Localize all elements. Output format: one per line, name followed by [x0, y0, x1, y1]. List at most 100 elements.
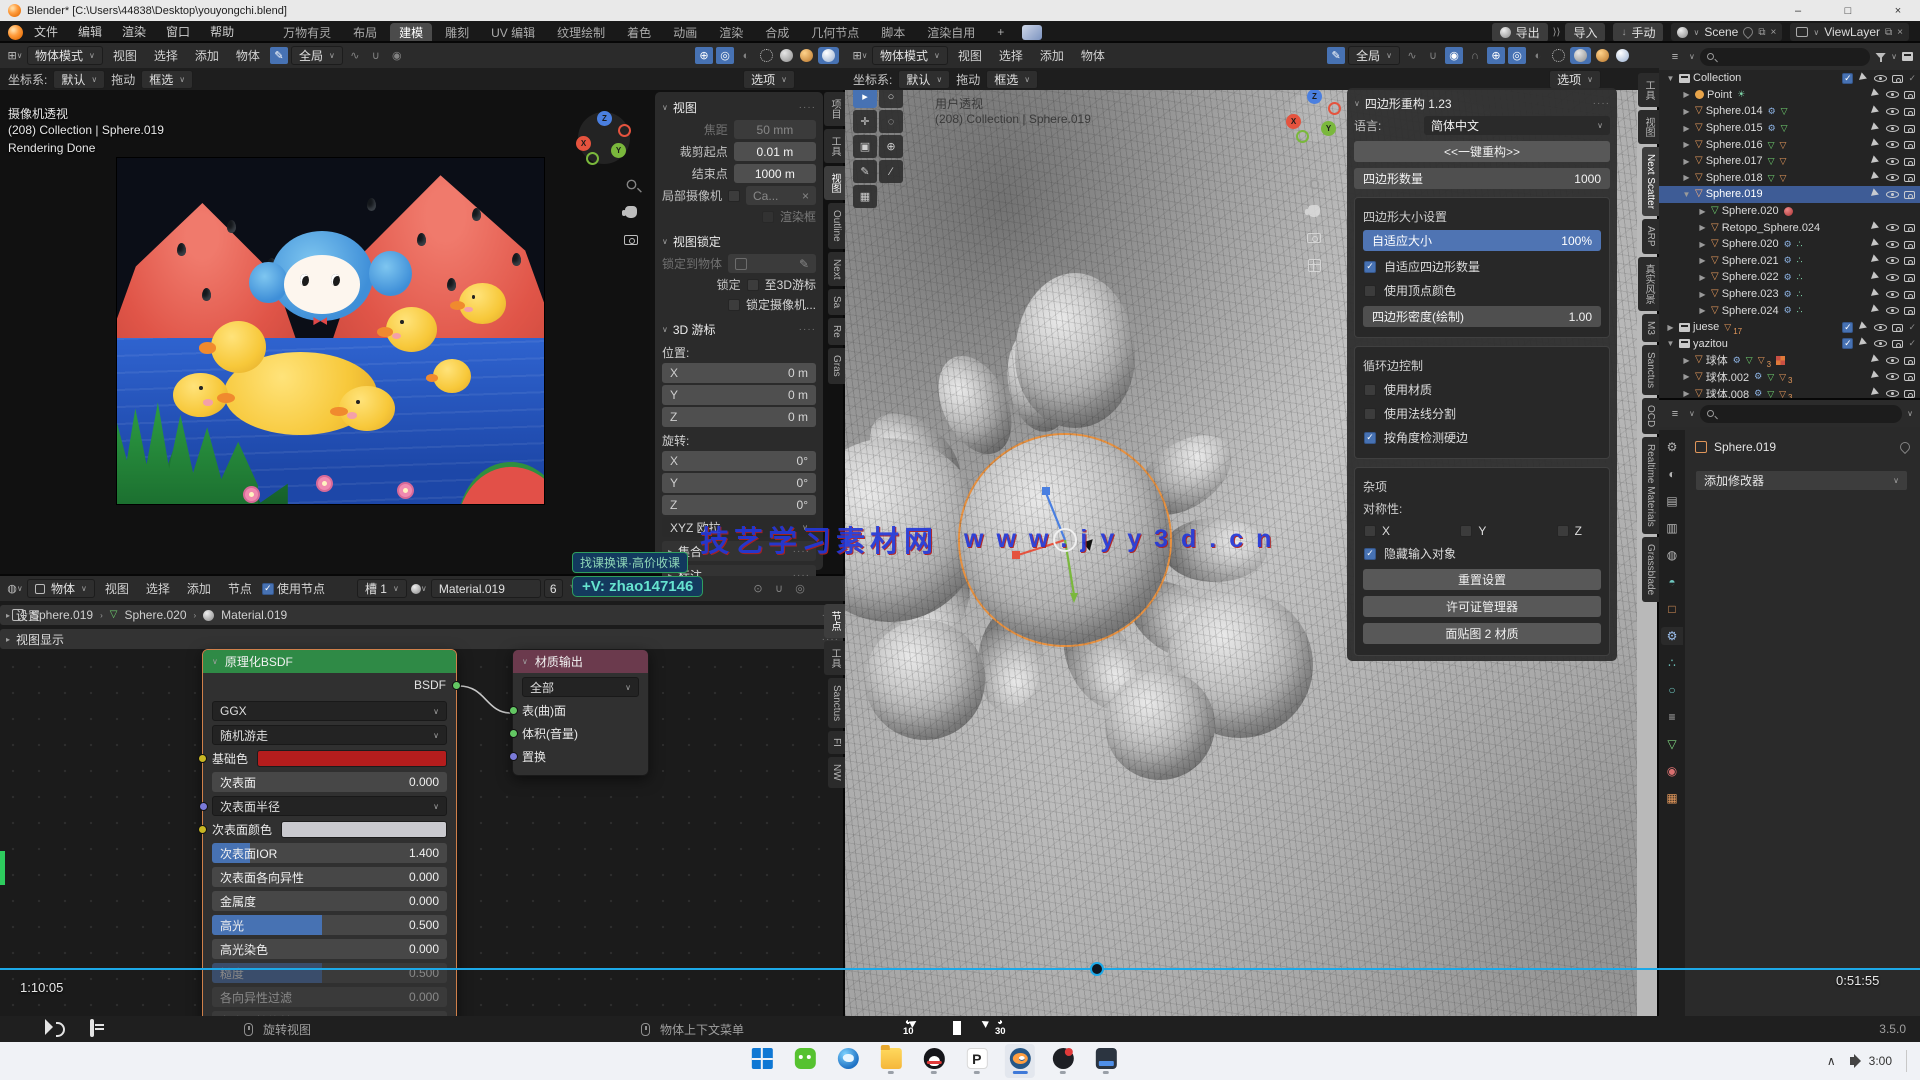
shading-wireframe-icon[interactable]: [760, 49, 773, 62]
render-icon[interactable]: [1903, 288, 1916, 301]
selectable-icon[interactable]: [1869, 188, 1882, 201]
properties-search-input[interactable]: [1700, 405, 1902, 423]
panel-collapse-icon[interactable]: ∨: [1354, 99, 1360, 108]
selectable-icon[interactable]: [1869, 304, 1882, 317]
properties-tab-icon[interactable]: ▥: [1661, 519, 1683, 537]
show-desktop-button[interactable]: [1906, 1050, 1910, 1072]
editor-type-icon[interactable]: ◍∨: [6, 580, 24, 597]
outliner-row[interactable]: ▶▽Sphere.014⚙▽: [1659, 103, 1920, 120]
use-materials-checkbox[interactable]: [1364, 384, 1376, 396]
render-icon[interactable]: [1903, 171, 1916, 184]
collapse-icon[interactable]: ∨: [212, 657, 218, 666]
sidebar-tab[interactable]: Re: [828, 318, 845, 345]
selectable-icon[interactable]: [1857, 321, 1870, 334]
workspace-tab[interactable]: 合成: [756, 23, 798, 42]
new-viewlayer-icon[interactable]: ⧉: [1885, 27, 1892, 38]
mode-dropdown[interactable]: 物体模式∨: [872, 46, 948, 65]
anisotropic-slider[interactable]: 各向异性过滤0.000: [212, 987, 447, 1007]
selectable-icon[interactable]: [1869, 221, 1882, 234]
reset-settings-button[interactable]: 重置设置: [1363, 569, 1601, 590]
disclosure-icon[interactable]: ▶: [1697, 240, 1708, 249]
principled-bsdf-node[interactable]: ∨原理化BSDF BSDF GGX∨ 随机游走∨ 基础色 次表面0.000 次表…: [202, 649, 457, 1016]
visibility-icon[interactable]: [1886, 155, 1899, 168]
sss-method-dropdown[interactable]: 随机游走∨: [212, 725, 447, 745]
properties-tab-icon[interactable]: ⚙: [1661, 438, 1683, 456]
shading-solid-icon[interactable]: [780, 49, 793, 62]
menu-item[interactable]: 窗口: [157, 22, 199, 42]
panel-collapse-icon[interactable]: ∨: [662, 103, 668, 112]
filter-icon[interactable]: [1875, 52, 1886, 62]
clock[interactable]: 3:00: [1869, 1054, 1892, 1068]
viewport-menu-item[interactable]: 添加: [188, 47, 226, 64]
workspace-tab[interactable]: 渲染: [710, 23, 752, 42]
viewport-menu-item[interactable]: 视图: [106, 47, 144, 64]
shading-material-icon[interactable]: [800, 49, 813, 62]
shader-sidebar-tab[interactable]: NW: [828, 757, 845, 788]
object-name[interactable]: Sphere.019: [1714, 440, 1776, 454]
sidebar-tab[interactable]: ARP: [1642, 219, 1659, 254]
workspace-tab[interactable]: 万物有灵: [274, 23, 340, 42]
outliner-row[interactable]: ▶▽球体.008⚙▽▽3: [1659, 385, 1920, 400]
properties-tab-icon[interactable]: ∴: [1661, 654, 1683, 672]
axis-x-handle[interactable]: X: [576, 136, 591, 151]
density-field[interactable]: 四边形密度(绘制)1.00: [1363, 306, 1601, 327]
shading-rendered-icon[interactable]: [822, 49, 835, 62]
sidebar-tab[interactable]: Sanctus: [1642, 345, 1659, 395]
outliner-row[interactable]: ▶▽Retopo_Sphere.024: [1659, 219, 1920, 236]
outliner-row-active[interactable]: ▼▽Sphere.019: [1659, 186, 1920, 203]
axis-x-neg-handle[interactable]: [1328, 102, 1341, 115]
selectable-icon[interactable]: [1869, 254, 1882, 267]
outliner-row[interactable]: ▶▽Sphere.020: [1659, 203, 1920, 220]
sphere[interactable]: [1105, 670, 1215, 780]
editor-type-icon[interactable]: ≡: [1666, 405, 1684, 422]
subsurface-aniso-slider[interactable]: 次表面各向异性0.000: [212, 867, 447, 887]
render-icon[interactable]: [1903, 271, 1916, 284]
editor-type-icon[interactable]: ⊞∨: [6, 47, 24, 64]
workspace-tab[interactable]: 建模: [390, 23, 432, 42]
shader-menu-item[interactable]: 视图: [98, 580, 136, 597]
axis-x-handle[interactable]: X: [1286, 114, 1301, 129]
outliner-row[interactable]: ▶▽Sphere.021⚙∴: [1659, 253, 1920, 270]
sidebar-tab[interactable]: M3: [1642, 314, 1659, 342]
shader-sidebar-tab[interactable]: Sanctus: [828, 678, 845, 728]
menu-item[interactable]: 编辑: [69, 22, 111, 42]
blender-taskbar-icon[interactable]: [1005, 1044, 1035, 1078]
properties-tab-icon[interactable]: ⚙: [1661, 627, 1683, 645]
measure-tool[interactable]: ∕: [879, 160, 903, 183]
filter-options-icon[interactable]: ∨: [1907, 409, 1913, 418]
viewport-camera[interactable]: ⊞∨ 物体模式∨ 视图选择添加物体 ✎ 全局∨ ∿ ∪ ◉ ⊕ ◎ ◐ 坐标系:…: [0, 43, 845, 576]
render-icon[interactable]: [1903, 138, 1916, 151]
disclosure-icon[interactable]: ▶: [1681, 124, 1692, 133]
selectable-icon[interactable]: [1869, 354, 1882, 367]
disclosure-icon[interactable]: ▶: [1697, 273, 1708, 282]
outliner-row[interactable]: ▶juese▽17✓✓: [1659, 319, 1920, 336]
danmaku-icon[interactable]: [90, 1021, 94, 1035]
pan-hand-icon[interactable]: [620, 201, 642, 223]
disclosure-icon[interactable]: ▶: [1681, 107, 1692, 116]
selectable-icon[interactable]: [1869, 370, 1882, 383]
rotate-tool[interactable]: ◌: [879, 110, 903, 133]
move-tool[interactable]: ✛: [853, 110, 877, 133]
panel-title[interactable]: 视图: [673, 99, 697, 116]
menu-item[interactable]: 文件: [25, 22, 67, 42]
outliner[interactable]: ≡∨ ∨ ▼Collection✓✓ ▶Point☀ ▶▽Sphere.014⚙…: [1659, 43, 1920, 400]
overlays-toggle-icon[interactable]: ◎: [716, 47, 734, 64]
properties-tab-icon[interactable]: ▽: [1661, 735, 1683, 753]
new-scene-icon[interactable]: ⧉: [1758, 27, 1765, 38]
use-nodes-checkbox[interactable]: ✓: [262, 583, 274, 595]
visibility-icon[interactable]: [1886, 370, 1899, 383]
render-region-checkbox[interactable]: [762, 211, 774, 223]
sidebar-tab[interactable]: 工具: [824, 129, 845, 163]
sidebar-tab[interactable]: 项目: [824, 92, 845, 126]
file-explorer-icon[interactable]: [876, 1044, 906, 1078]
visibility-icon[interactable]: [1886, 88, 1899, 101]
slot-dropdown[interactable]: 槽 1∨: [357, 579, 407, 598]
visibility-icon[interactable]: [1886, 105, 1899, 118]
hard-edges-checkbox[interactable]: ✓: [1364, 432, 1376, 444]
render-icon[interactable]: [1903, 105, 1916, 118]
disclosure-icon[interactable]: ▶: [1697, 290, 1708, 299]
cursor-loc-x[interactable]: X0 m: [662, 363, 816, 383]
browser-icon[interactable]: [833, 1044, 863, 1078]
close-button[interactable]: ×: [1876, 0, 1920, 21]
navigation-gizmo[interactable]: Z X Y: [1288, 90, 1340, 142]
